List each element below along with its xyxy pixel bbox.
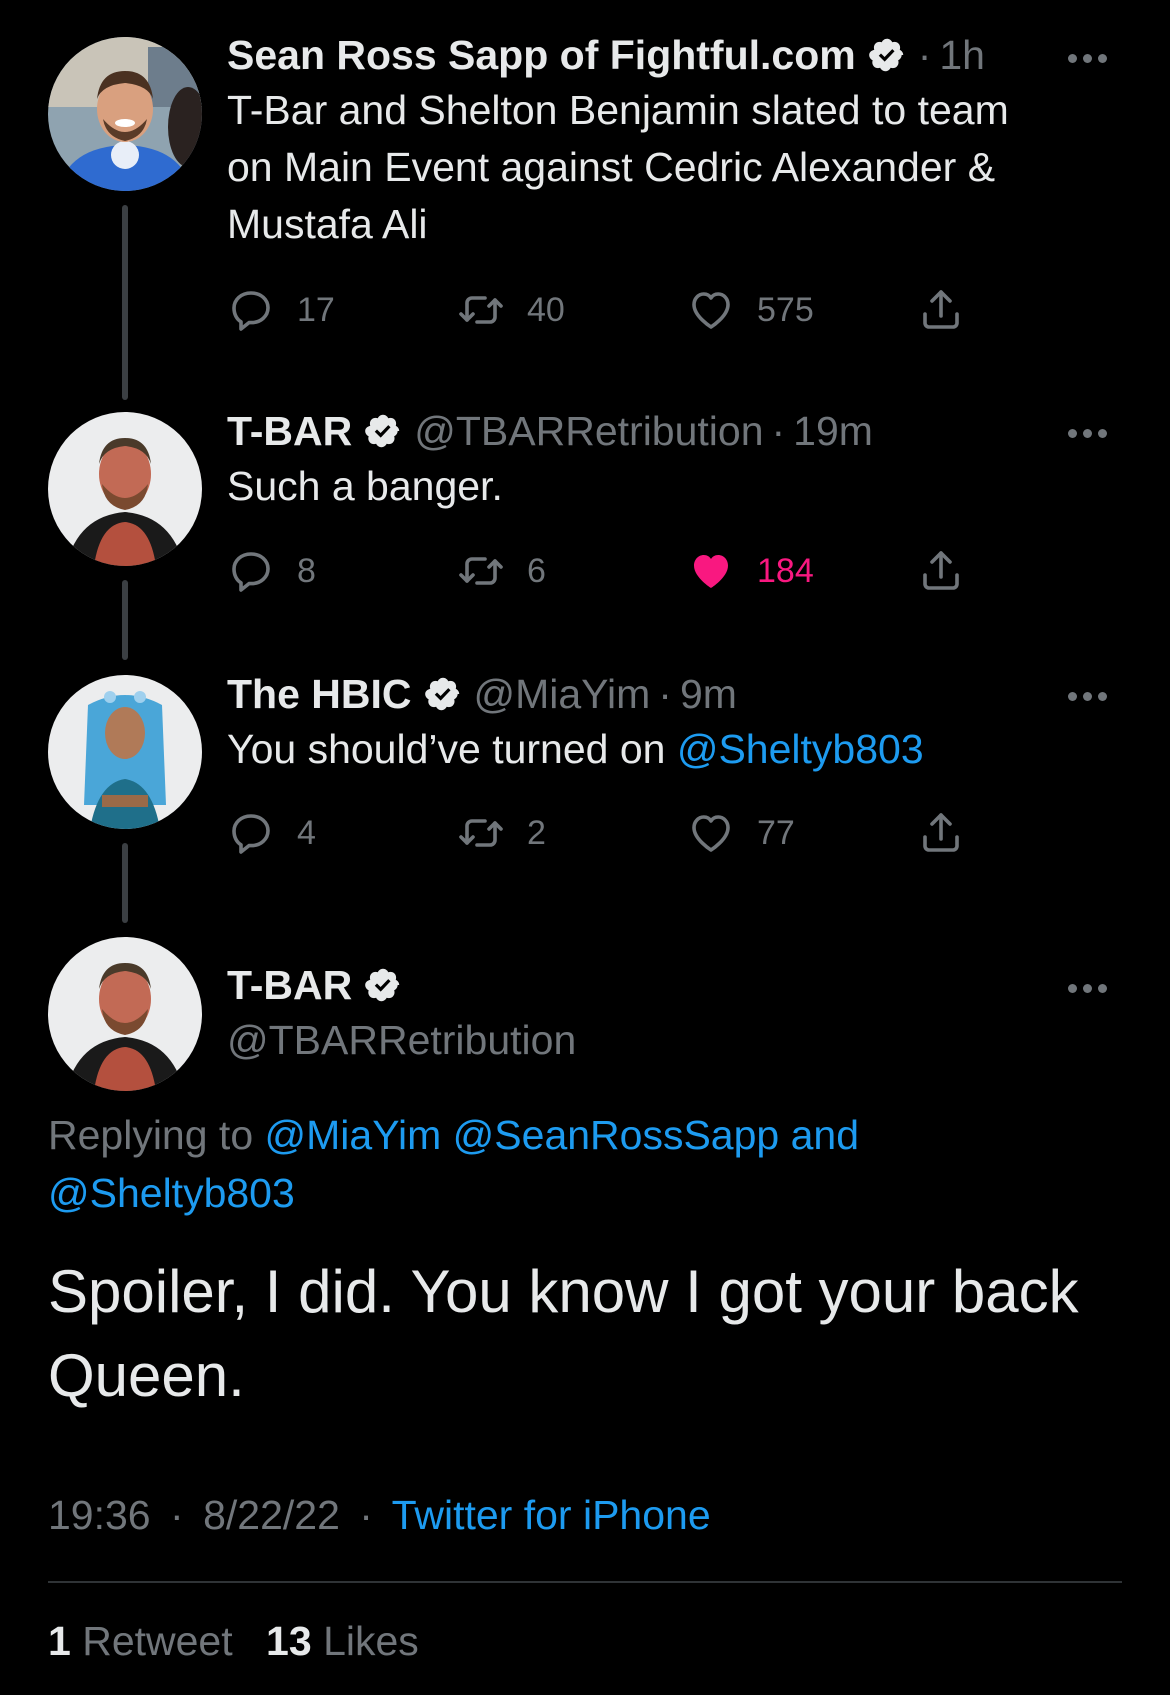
timestamp[interactable]: 1h — [939, 28, 985, 82]
avatar[interactable] — [48, 412, 202, 566]
divider — [48, 1581, 1122, 1583]
likes-stat[interactable]: 13 Likes — [266, 1618, 419, 1664]
replying-to: Replying to @MiaYim @SeanRossSapp and @S… — [48, 1106, 859, 1222]
retweet-count: 6 — [527, 551, 546, 590]
like-icon — [687, 286, 735, 334]
share-button[interactable] — [917, 286, 987, 334]
verified-badge-icon — [868, 36, 906, 74]
retweet-button[interactable]: 2 — [457, 809, 546, 857]
like-filled-icon — [687, 547, 735, 595]
source-link[interactable]: Twitter for iPhone — [392, 1492, 711, 1538]
replying-mention-sheltyb[interactable]: @Sheltyb803 — [48, 1170, 295, 1216]
retweets-stat[interactable]: 1 Retweet — [48, 1618, 233, 1664]
share-icon — [917, 286, 965, 334]
tweet-text: T-Bar and Shelton Benjamin slated to tea… — [227, 87, 1009, 247]
reply-count: 8 — [297, 551, 316, 590]
separator-dot: · — [170, 1492, 184, 1538]
more-icon[interactable] — [1068, 50, 1114, 63]
like-label: Likes — [323, 1618, 419, 1664]
retweet-icon — [457, 547, 505, 595]
more-icon[interactable] — [1068, 980, 1114, 993]
reply-icon — [227, 286, 275, 334]
like-count: 77 — [757, 813, 795, 852]
author-handle[interactable]: @MiaYim — [474, 667, 651, 721]
more-icon[interactable] — [1068, 425, 1114, 438]
author-name[interactable]: T-BAR — [227, 958, 352, 1012]
retweet-button[interactable]: 40 — [457, 286, 565, 334]
reply-button[interactable]: 17 — [227, 286, 335, 334]
reply-button[interactable]: 4 — [227, 809, 316, 857]
like-button[interactable]: 77 — [687, 809, 795, 857]
retweet-label: Retweet — [82, 1618, 233, 1664]
like-button[interactable]: 575 — [687, 286, 814, 334]
like-button[interactable]: 184 — [687, 547, 814, 595]
reply-button[interactable]: 8 — [227, 547, 316, 595]
retweet-icon — [457, 809, 505, 857]
tweet-text-plain: You should’ve turned on — [227, 726, 677, 772]
avatar[interactable] — [48, 937, 202, 1091]
thread-line — [122, 205, 128, 400]
author-name[interactable]: T-BAR — [227, 404, 352, 458]
separator-dot: · — [917, 32, 932, 78]
more-icon[interactable] — [1068, 688, 1114, 701]
engagement-stats: 1 Retweet 13 Likes — [48, 1618, 419, 1665]
avatar[interactable] — [48, 675, 202, 829]
retweet-button[interactable]: 6 — [457, 547, 546, 595]
separator-dot: · — [658, 671, 672, 717]
like-icon — [687, 809, 735, 857]
tweet-meta: 19:36 · 8/22/22 · Twitter for iPhone — [48, 1492, 711, 1539]
retweet-total: 1 — [48, 1618, 71, 1664]
separator-dot: · — [771, 408, 786, 454]
replying-prefix: Replying to — [48, 1112, 265, 1158]
retweet-count: 2 — [527, 813, 546, 852]
like-total: 13 — [266, 1618, 312, 1664]
thread-line — [122, 843, 128, 923]
avatar[interactable] — [48, 37, 202, 191]
verified-badge-icon — [364, 966, 402, 1004]
reply-icon — [227, 547, 275, 595]
timestamp[interactable]: 9m — [680, 667, 737, 721]
timestamp[interactable]: 19m — [793, 404, 873, 458]
share-button[interactable] — [917, 547, 987, 595]
post-time: 19:36 — [48, 1492, 151, 1538]
tweet-text: You should’ve turned on @Sheltyb803 — [227, 721, 1040, 778]
reply-count: 4 — [297, 813, 316, 852]
separator-dot: · — [359, 1492, 373, 1538]
author-handle[interactable]: @TBARRetribution — [414, 404, 763, 458]
verified-badge-icon — [364, 412, 402, 450]
replying-mentions[interactable]: @MiaYim @SeanRossSapp and — [265, 1112, 860, 1158]
verified-badge-icon — [424, 675, 462, 713]
share-button[interactable] — [917, 809, 987, 857]
like-count: 184 — [757, 551, 814, 590]
reply-count: 17 — [297, 290, 335, 329]
like-count: 575 — [757, 290, 814, 329]
share-icon — [917, 547, 965, 595]
main-tweet-text: Spoiler, I did. You know I got your back… — [48, 1258, 1079, 1409]
retweet-icon — [457, 286, 505, 334]
tweet-text: Such a banger. — [227, 463, 503, 509]
author-name[interactable]: Sean Ross Sapp of Fightful.com — [227, 28, 856, 82]
retweet-count: 40 — [527, 290, 565, 329]
author-name[interactable]: The HBIC — [227, 667, 412, 721]
reply-icon — [227, 809, 275, 857]
share-icon — [917, 809, 965, 857]
thread-line — [122, 580, 128, 660]
author-handle[interactable]: @TBARRetribution — [227, 1012, 1040, 1068]
post-date: 8/22/22 — [203, 1492, 340, 1538]
mention-link[interactable]: @Sheltyb803 — [677, 726, 924, 772]
